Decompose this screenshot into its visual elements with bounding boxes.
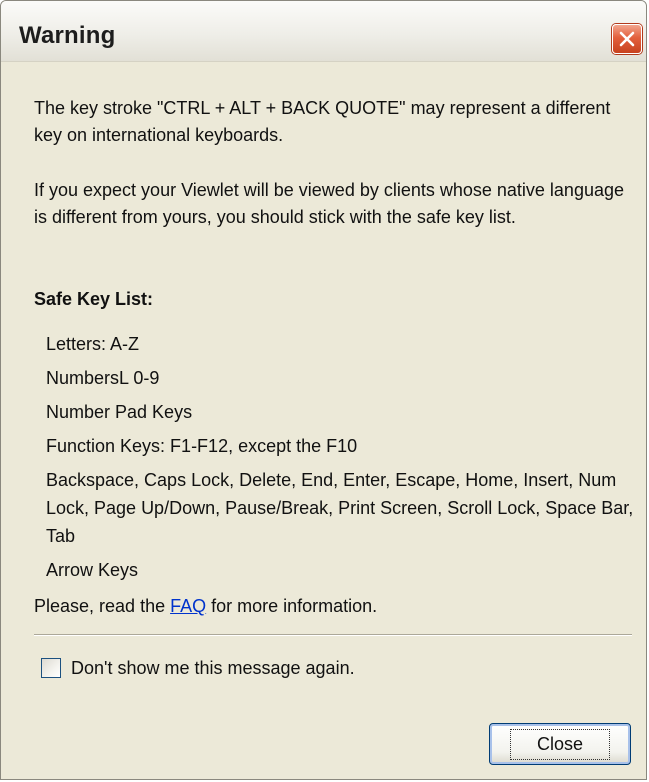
close-window-button[interactable] bbox=[612, 24, 642, 54]
dont-show-again-checkbox[interactable] bbox=[41, 658, 61, 678]
faq-link[interactable]: FAQ bbox=[170, 596, 206, 616]
dont-show-again-label[interactable]: Don't show me this message again. bbox=[71, 658, 355, 679]
safe-key-item: Arrow Keys bbox=[46, 560, 139, 580]
close-x-icon bbox=[619, 31, 635, 47]
close-button-label: Close bbox=[509, 728, 611, 760]
faq-line: Please, read the FAQ for more informatio… bbox=[34, 593, 377, 620]
warning-dialog: Warning The key stroke "CTRL + ALT + BAC… bbox=[0, 0, 647, 780]
safe-key-list: Letters: A-Z NumbersL 0-9 Number Pad Key… bbox=[46, 330, 636, 590]
safe-key-item: Letters: A-Z bbox=[46, 334, 140, 354]
safe-key-item: NumbersL 0-9 bbox=[46, 368, 160, 388]
safe-key-item: Function Keys: F1-F12, except the F10 bbox=[46, 436, 358, 456]
dont-show-again-row[interactable]: Don't show me this message again. bbox=[41, 655, 355, 681]
message-paragraph-2: If you expect your Viewlet will be viewe… bbox=[34, 180, 625, 227]
safe-key-item: Number Pad Keys bbox=[46, 402, 193, 422]
dialog-content: The key stroke "CTRL + ALT + BACK QUOTE"… bbox=[1, 62, 646, 779]
divider bbox=[34, 634, 632, 636]
close-button[interactable]: Close bbox=[489, 723, 631, 765]
safe-key-item: Backspace, Caps Lock, Delete, End, Enter… bbox=[46, 470, 634, 546]
faq-prefix: Please, read the bbox=[34, 596, 171, 616]
safe-key-list-heading: Safe Key List: bbox=[34, 289, 154, 309]
faq-suffix: for more information. bbox=[206, 596, 378, 616]
dialog-title: Warning bbox=[19, 22, 116, 49]
message-paragraph-1: The key stroke "CTRL + ALT + BACK QUOTE"… bbox=[34, 98, 611, 145]
title-bar[interactable]: Warning bbox=[1, 1, 646, 62]
